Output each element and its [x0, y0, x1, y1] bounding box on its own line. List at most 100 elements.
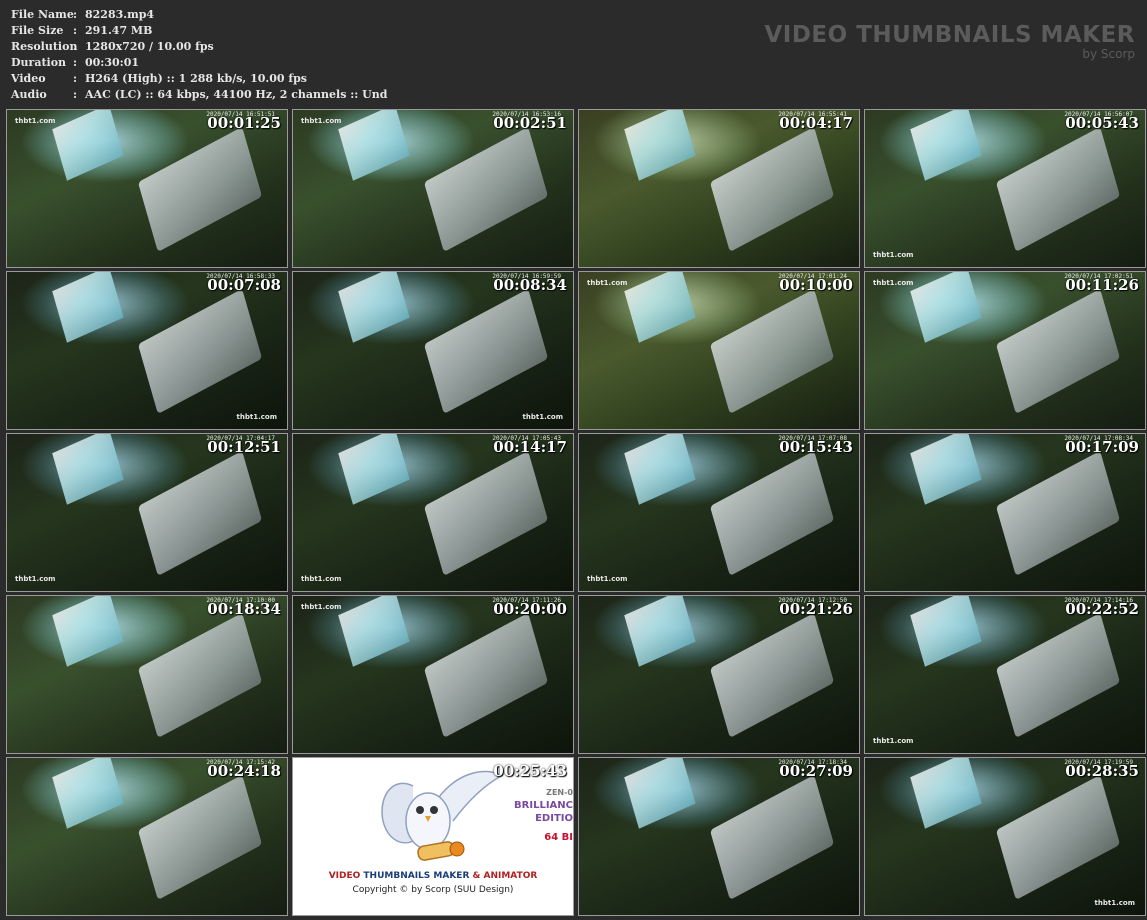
promo-title-part: THUMBNAILS MAKER: [360, 871, 473, 881]
promo-thumbnail[interactable]: 00:25:43 ZEN-0 BRILLIANC EDITIO 64 BI VI…: [292, 757, 574, 916]
video-thumbnail[interactable]: 2020/07/14 16:58:33 00:07:08 thbt1.com: [6, 271, 288, 430]
window-light: [910, 434, 982, 506]
window-light: [910, 110, 982, 182]
video-thumbnail[interactable]: 2020/07/14 17:19:59 00:28:35 thbt1.com: [864, 757, 1146, 916]
bed-shape: [710, 612, 835, 738]
video-thumbnail[interactable]: 2020/07/14 17:08:34 00:17:09: [864, 433, 1146, 592]
thumbnail-watermark: thbt1.com: [301, 575, 342, 583]
owl-logo-icon: [381, 770, 503, 861]
thumbnail-timestamp: 00:10:00: [779, 276, 853, 294]
thumbnail-timestamp: 00:21:26: [779, 600, 853, 618]
window-light: [624, 272, 696, 344]
thumbnail-timestamp: 00:15:43: [779, 438, 853, 456]
thumbnail-timestamp: 00:02:51: [493, 114, 567, 132]
promo-edition: ZEN-0 BRILLIANC EDITIO 64 BI: [514, 786, 573, 844]
info-value: 82283.mp4: [85, 8, 155, 21]
thumbnail-timestamp: 00:14:17: [493, 438, 567, 456]
video-thumbnail[interactable]: 2020/07/14 16:59:59 00:08:34 thbt1.com: [292, 271, 574, 430]
window-light: [624, 110, 696, 182]
video-thumbnail[interactable]: 2020/07/14 17:15:42 00:24:18: [6, 757, 288, 916]
brand-logo: VIDEO THUMBNAILS MAKER by Scorp: [764, 22, 1135, 60]
video-thumbnail[interactable]: 2020/07/14 17:12:50 00:21:26: [578, 595, 860, 754]
bed-shape: [138, 774, 263, 900]
thumbnail-timestamp: 00:04:17: [779, 114, 853, 132]
thumbnail-watermark: thbt1.com: [15, 117, 56, 125]
window-light: [910, 272, 982, 344]
thumbnail-watermark: thbt1.com: [587, 279, 628, 287]
bed-shape: [996, 774, 1121, 900]
window-light: [910, 596, 982, 668]
info-row: Video: H264 (High) :: 1 288 kb/s, 10.00 f…: [11, 71, 387, 87]
file-info-panel: File Name:82283.mp4 File Size:291.47 MB Re…: [11, 7, 387, 103]
bed-shape: [138, 612, 263, 738]
window-light: [624, 434, 696, 506]
info-value: H264 (High) :: 1 288 kb/s, 10.00 fps: [85, 72, 307, 85]
bed-shape: [710, 774, 835, 900]
window-light: [338, 434, 410, 506]
thumbnail-timestamp: 00:07:08: [207, 276, 281, 294]
thumbnail-watermark: thbt1.com: [1094, 899, 1135, 907]
bed-shape: [996, 450, 1121, 576]
bed-shape: [138, 288, 263, 414]
info-value: AAC (LC) :: 64 kbps, 44100 Hz, 2 channel…: [85, 88, 388, 101]
brand-subtitle: by Scorp: [1082, 47, 1135, 61]
thumbnail-watermark: thbt1.com: [301, 117, 342, 125]
info-label: Duration: [11, 56, 67, 69]
thumbnail-watermark: thbt1.com: [873, 279, 914, 287]
promo-edition-line: EDITIO: [535, 813, 573, 824]
thumbnail-watermark: thbt1.com: [873, 251, 914, 259]
bed-shape: [424, 612, 549, 738]
info-row: File Name:82283.mp4: [11, 7, 387, 23]
video-thumbnail[interactable]: 2020/07/14 17:14:16 00:22:52 thbt1.com: [864, 595, 1146, 754]
thumbnail-timestamp: 00:22:52: [1065, 600, 1139, 618]
thumbnail-timestamp: 00:17:09: [1065, 438, 1139, 456]
video-thumbnail[interactable]: 2020/07/14 16:51:51 00:01:25 thbt1.com: [6, 109, 288, 268]
bed-shape: [996, 288, 1121, 414]
promo-title-part: VIDEO: [328, 871, 361, 881]
info-label: File Size: [11, 24, 64, 37]
video-thumbnail[interactable]: 2020/07/14 17:02:51 00:11:26 thbt1.com: [864, 271, 1146, 430]
thumbnail-timestamp: 00:12:51: [207, 438, 281, 456]
video-thumbnail[interactable]: 2020/07/14 17:11:26 00:20:00 thbt1.com: [292, 595, 574, 754]
info-value: 1280x720 / 10.00 fps: [85, 40, 214, 53]
info-row: File Size:291.47 MB: [11, 23, 387, 39]
video-thumbnail[interactable]: 2020/07/14 17:07:08 00:15:43 thbt1.com: [578, 433, 860, 592]
info-separator: :: [73, 56, 78, 69]
video-thumbnail[interactable]: 2020/07/14 17:05:43 00:14:17 thbt1.com: [292, 433, 574, 592]
window-light: [338, 596, 410, 668]
thumbnail-timestamp: 00:27:09: [779, 762, 853, 780]
promo-copyright: Copyright © by Scorp (SUU Design): [352, 885, 514, 895]
window-light: [338, 272, 410, 344]
info-label: Resolution: [11, 40, 78, 53]
info-separator: :: [73, 24, 78, 37]
video-thumbnail[interactable]: 2020/07/14 17:10:00 00:18:34: [6, 595, 288, 754]
info-row: Duration:00:30:01: [11, 55, 387, 71]
thumbnail-watermark: thbt1.com: [522, 413, 563, 421]
video-thumbnail[interactable]: 2020/07/14 16:56:07 00:05:43 thbt1.com: [864, 109, 1146, 268]
bed-shape: [138, 126, 263, 252]
info-value: 291.47 MB: [85, 24, 153, 37]
brand-title: VIDEO THUMBNAILS MAKER: [764, 22, 1135, 48]
video-thumbnail[interactable]: 2020/07/14 17:18:34 00:27:09: [578, 757, 860, 916]
thumbnail-timestamp: 00:11:26: [1065, 276, 1139, 294]
thumbnail-timestamp: 00:05:43: [1065, 114, 1139, 132]
thumbnail-timestamp: 00:28:35: [1065, 762, 1139, 780]
thumbnail-timestamp: 00:01:25: [207, 114, 281, 132]
video-thumbnail[interactable]: 2020/07/14 16:53:16 00:02:51 thbt1.com: [292, 109, 574, 268]
info-label: Video: [11, 72, 46, 85]
thumbnail-timestamp: 00:25:43: [493, 762, 567, 780]
window-light: [52, 758, 124, 830]
window-light: [624, 596, 696, 668]
window-light: [52, 434, 124, 506]
info-value: 00:30:01: [85, 56, 140, 69]
video-thumbnail[interactable]: 2020/07/14 17:04:17 00:12:51 thbt1.com: [6, 433, 288, 592]
thumbnail-watermark: thbt1.com: [587, 575, 628, 583]
bed-shape: [996, 126, 1121, 252]
bed-shape: [424, 450, 549, 576]
info-separator: :: [73, 72, 78, 85]
thumbnail-timestamp: 00:24:18: [207, 762, 281, 780]
video-thumbnail[interactable]: 2020/07/14 16:55:41 00:04:17: [578, 109, 860, 268]
promo-title-part: & ANIMATOR: [472, 871, 538, 881]
video-thumbnail[interactable]: 2020/07/14 17:01:24 00:10:00 thbt1.com: [578, 271, 860, 430]
info-label: Audio: [11, 88, 47, 101]
